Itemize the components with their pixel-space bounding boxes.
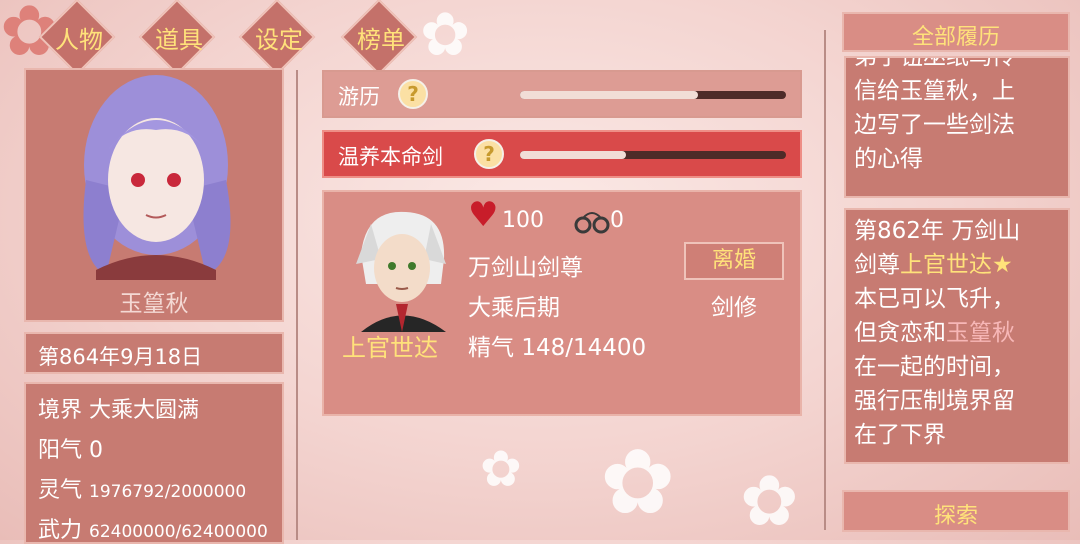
history-line: 第862年 万剑山 <box>854 218 1021 244</box>
help-icon[interactable]: ? <box>398 79 428 109</box>
history-line: 在了下界 <box>854 422 946 448</box>
stat-label: 境界 <box>38 398 83 423</box>
progress-bar <box>520 151 786 159</box>
blossom-decoration: ✿ <box>420 0 471 70</box>
activity-label: 游历 <box>338 85 380 109</box>
essence-value: 148/14400 <box>521 335 647 361</box>
progress-bar <box>520 91 786 99</box>
handcuffs-icon <box>574 212 610 234</box>
stat-yang: 阳气 0 <box>38 432 103 464</box>
blossom-decoration: ✿ <box>740 460 799 542</box>
stat-label: 灵气 <box>38 478 83 503</box>
activity-row-travel[interactable]: 游历 ? <box>322 70 802 118</box>
partner-essence: 精气 148/14400 <box>468 328 646 362</box>
progress-fill <box>520 151 627 159</box>
explore-button[interactable]: 探索 <box>842 490 1070 532</box>
history-entry: 第862年 万剑山 剑尊上官世达★ 本已可以飞升， 但贪恋和玉篁秋 在一起的时间… <box>844 208 1070 464</box>
date-panel: 第864年9月18日 <box>24 332 284 374</box>
stat-value: 1976792/2000000 <box>89 482 247 502</box>
history-line: 边写了一些剑法 <box>854 112 1015 138</box>
divorce-button[interactable]: 离婚 <box>684 242 784 280</box>
stats-panel: 境界 大乘大圆满 阳气 0 灵气 1976792/2000000 武力 6240… <box>24 382 284 544</box>
tab-rankings[interactable]: 榜单 <box>340 0 422 76</box>
partner-portrait <box>356 211 446 332</box>
partner-card[interactable]: 上官世达 ♥ 100 0 万剑山剑尊 大乘后期 精气 148/14400 离婚 … <box>322 190 802 416</box>
history-text: 但贪恋和 <box>854 320 946 346</box>
history-line: 的心得 <box>854 146 923 172</box>
help-icon[interactable]: ? <box>474 139 504 169</box>
player-portrait <box>83 75 231 280</box>
stat-value: 0 <box>89 438 104 463</box>
history-entry: 弟子钮巫纸鸟传 信给玉篁秋，上 边写了一些剑法 的心得 <box>844 56 1070 198</box>
partner-title: 万剑山剑尊 <box>468 255 583 281</box>
heart-icon: ♥ <box>468 195 499 235</box>
history-entry-text: 弟子钮巫纸鸟传 信给玉篁秋，上 边写了一些剑法 的心得 <box>854 56 1015 176</box>
history-line: 强行压制境界留 <box>854 388 1015 414</box>
stat-spirit: 灵气 1976792/2000000 <box>38 472 246 504</box>
tab-settings[interactable]: 设定 <box>238 0 320 76</box>
blossom-decoration: ✿ <box>480 440 522 498</box>
tab-label: 设定 <box>255 26 303 54</box>
history-name-highlight: 上官世达 <box>900 252 992 278</box>
history-text: 剑尊 <box>854 252 900 278</box>
partner-class: 剑修 <box>711 295 757 321</box>
activity-row-nurture-sword[interactable]: 温养本命剑 ? <box>322 130 802 178</box>
activity-label: 温养本命剑 <box>338 145 443 169</box>
star-icon: ★ <box>992 252 1013 278</box>
progress-fill <box>520 91 699 99</box>
affection-value: 100 <box>502 208 544 233</box>
divider <box>824 30 826 530</box>
essence-label: 精气 <box>468 335 514 361</box>
tab-label: 道具 <box>155 26 203 54</box>
history-header-button[interactable]: 全部履历 <box>842 12 1070 52</box>
stat-value: 62400000/62400000 <box>89 522 268 542</box>
history-line: 但贪恋和玉篁秋 <box>854 316 1020 350</box>
history-name-highlight: 玉篁秋 <box>946 320 1015 346</box>
partner-realm: 大乘后期 <box>468 295 560 321</box>
tab-character[interactable]: 人物 <box>38 0 120 76</box>
history-line: 信给玉篁秋，上 <box>854 78 1015 104</box>
history-line: 在一起的时间， <box>854 354 1015 380</box>
history-line: 剑尊上官世达★ <box>854 248 1020 282</box>
explore-button-label: 探索 <box>933 504 978 529</box>
handcuffs-value: 0 <box>610 208 624 233</box>
player-portrait-panel: 玉篁秋 <box>24 68 284 322</box>
tab-items[interactable]: 道具 <box>138 0 220 76</box>
history-line: 弟子钮巫纸鸟传 <box>854 56 1015 70</box>
divider <box>296 70 298 540</box>
game-date: 第864年9月18日 <box>38 345 203 369</box>
divorce-button-label: 离婚 <box>711 248 756 273</box>
player-name: 玉篁秋 <box>119 291 189 317</box>
tab-label: 人物 <box>55 26 103 54</box>
tab-label: 榜单 <box>357 26 405 54</box>
stat-label: 阳气 <box>38 438 83 463</box>
stat-force: 武力 62400000/62400000 <box>38 512 268 544</box>
history-header-label: 全部履历 <box>911 25 1000 50</box>
stat-label: 武力 <box>38 518 83 543</box>
blossom-decoration: ✿ <box>600 430 676 535</box>
history-entry-text: 第862年 万剑山 剑尊上官世达★ 本已可以飞升， 但贪恋和玉篁秋 在一起的时间… <box>854 214 1020 452</box>
history-line: 本已可以飞升， <box>854 286 1015 312</box>
partner-name: 上官世达 <box>342 334 438 362</box>
stat-realm: 境界 大乘大圆满 <box>38 392 199 424</box>
stat-value: 大乘大圆满 <box>89 398 200 423</box>
